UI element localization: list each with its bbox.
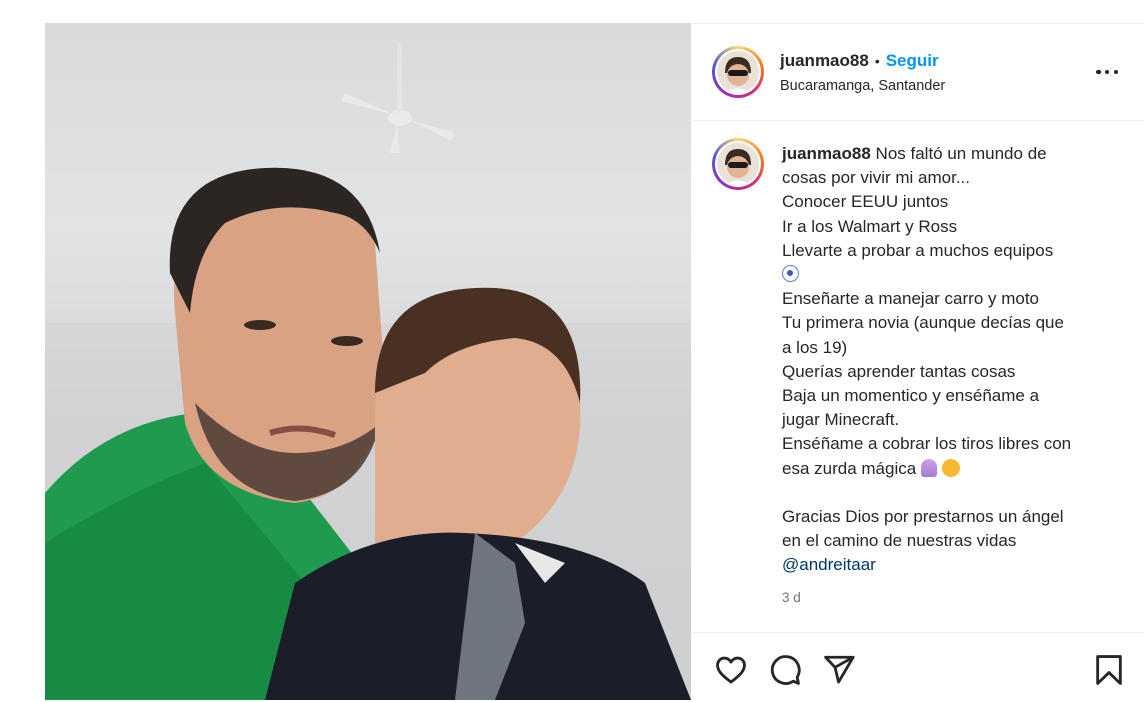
praying-hands-icon <box>920 458 937 477</box>
comments-area: juanmao88 Nos faltó un mundo de cosas po… <box>692 121 1144 631</box>
caption-line: Llevarte a probar a muchos equipos <box>782 240 1054 260</box>
caption-line: Tu primera novia (aunque decías que <box>782 313 1064 333</box>
separator-dot: • <box>874 53 880 69</box>
location-link[interactable]: Bucaramanga, Santander <box>780 78 945 94</box>
disappointed-face-icon <box>941 458 960 477</box>
caption-line: a los 19) <box>782 337 848 357</box>
caption-username[interactable]: juanmao88 <box>782 144 871 163</box>
caption-line: en el camino de nuestras vidas <box>782 531 1017 551</box>
action-bar <box>692 632 1144 702</box>
avatar[interactable] <box>712 46 764 98</box>
caption-avatar[interactable] <box>712 138 764 190</box>
caption-line: Querías aprender tantas cosas <box>782 361 1016 381</box>
caption-avatar-photo <box>717 143 759 185</box>
heart-icon[interactable] <box>714 653 748 687</box>
soccer-ball-icon <box>782 265 799 283</box>
post-header: juanmao88 • Seguir Bucaramanga, Santander <box>692 24 1144 121</box>
follow-button[interactable]: Seguir <box>886 51 939 70</box>
mention-link[interactable]: @andreitaar <box>782 555 876 574</box>
caption-line: Ir a los Walmart y Ross <box>782 216 958 236</box>
caption-line: jugar Minecraft. <box>782 410 900 430</box>
username-link[interactable]: juanmao88 <box>780 51 869 70</box>
caption-line: Baja un momentico y enséñame a <box>782 386 1040 406</box>
caption-line: Gracias Dios por prestarnos un ángel <box>782 507 1064 527</box>
post-side-panel: juanmao88 • Seguir Bucaramanga, Santander <box>692 23 1144 701</box>
caption-line: Conocer EEUU juntos <box>782 192 949 212</box>
caption-line: Nos faltó un mundo de <box>875 144 1047 163</box>
caption-line: cosas por vivir mi amor... <box>782 168 970 188</box>
caption-line: esa zurda mágica <box>782 458 917 478</box>
comment-icon[interactable] <box>768 653 802 687</box>
caption-text: juanmao88 Nos faltó un mundo de cosas po… <box>782 142 1112 578</box>
caption-line: Enseñarte a manejar carro y moto <box>782 289 1040 309</box>
share-icon[interactable] <box>822 653 856 687</box>
post-photo <box>45 43 691 700</box>
post-timestamp[interactable]: 3 d <box>782 590 801 605</box>
header-user-line: juanmao88 • Seguir <box>780 51 939 71</box>
caption-line: Enséñame a cobrar los tiros libres con <box>782 434 1072 454</box>
more-options-icon[interactable] <box>1096 68 1118 76</box>
avatar-photo <box>717 51 759 93</box>
bookmark-icon[interactable] <box>1092 653 1126 687</box>
post-image[interactable] <box>45 23 691 700</box>
